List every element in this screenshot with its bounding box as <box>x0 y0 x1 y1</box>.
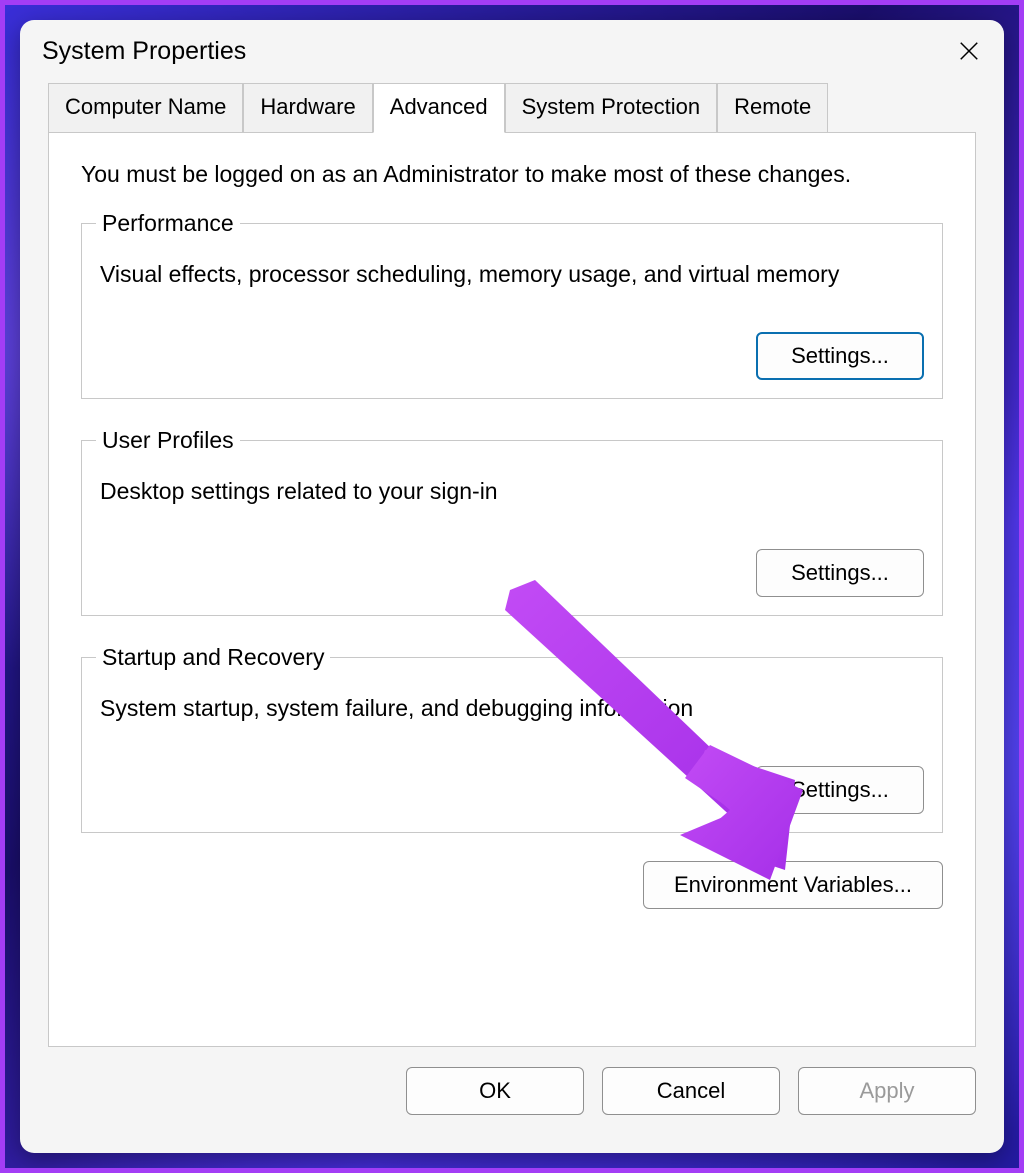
tab-advanced[interactable]: Advanced <box>373 83 505 133</box>
tabs: Computer Name Hardware Advanced System P… <box>48 82 976 132</box>
ok-button[interactable]: OK <box>406 1067 584 1115</box>
apply-button[interactable]: Apply <box>798 1067 976 1115</box>
performance-settings-button[interactable]: Settings... <box>756 332 924 380</box>
user-profiles-group: User Profiles Desktop settings related t… <box>81 427 943 616</box>
close-icon <box>958 40 980 62</box>
startup-recovery-desc: System startup, system failure, and debu… <box>100 693 924 724</box>
tab-hardware[interactable]: Hardware <box>243 83 372 133</box>
titlebar: System Properties <box>20 20 1004 82</box>
tabs-container: Computer Name Hardware Advanced System P… <box>20 82 1004 132</box>
user-profiles-desc: Desktop settings related to your sign-in <box>100 476 924 507</box>
admin-notice: You must be logged on as an Administrato… <box>81 161 943 188</box>
environment-variables-button[interactable]: Environment Variables... <box>643 861 943 909</box>
user-profiles-settings-button[interactable]: Settings... <box>756 549 924 597</box>
tab-system-protection[interactable]: System Protection <box>505 83 718 133</box>
startup-recovery-settings-button[interactable]: Settings... <box>756 766 924 814</box>
performance-legend: Performance <box>96 210 240 237</box>
cancel-button[interactable]: Cancel <box>602 1067 780 1115</box>
tab-remote[interactable]: Remote <box>717 83 828 133</box>
close-button[interactable] <box>934 20 1004 82</box>
dialog-footer-buttons: OK Cancel Apply <box>20 1047 1004 1115</box>
system-properties-window: System Properties Computer Name Hardware… <box>20 20 1004 1153</box>
performance-group: Performance Visual effects, processor sc… <box>81 210 943 399</box>
performance-desc: Visual effects, processor scheduling, me… <box>100 259 924 290</box>
user-profiles-legend: User Profiles <box>96 427 240 454</box>
startup-recovery-group: Startup and Recovery System startup, sys… <box>81 644 943 833</box>
advanced-panel: You must be logged on as an Administrato… <box>48 132 976 1047</box>
startup-recovery-legend: Startup and Recovery <box>96 644 330 671</box>
window-title: System Properties <box>42 37 246 66</box>
tab-computer-name[interactable]: Computer Name <box>48 83 243 133</box>
